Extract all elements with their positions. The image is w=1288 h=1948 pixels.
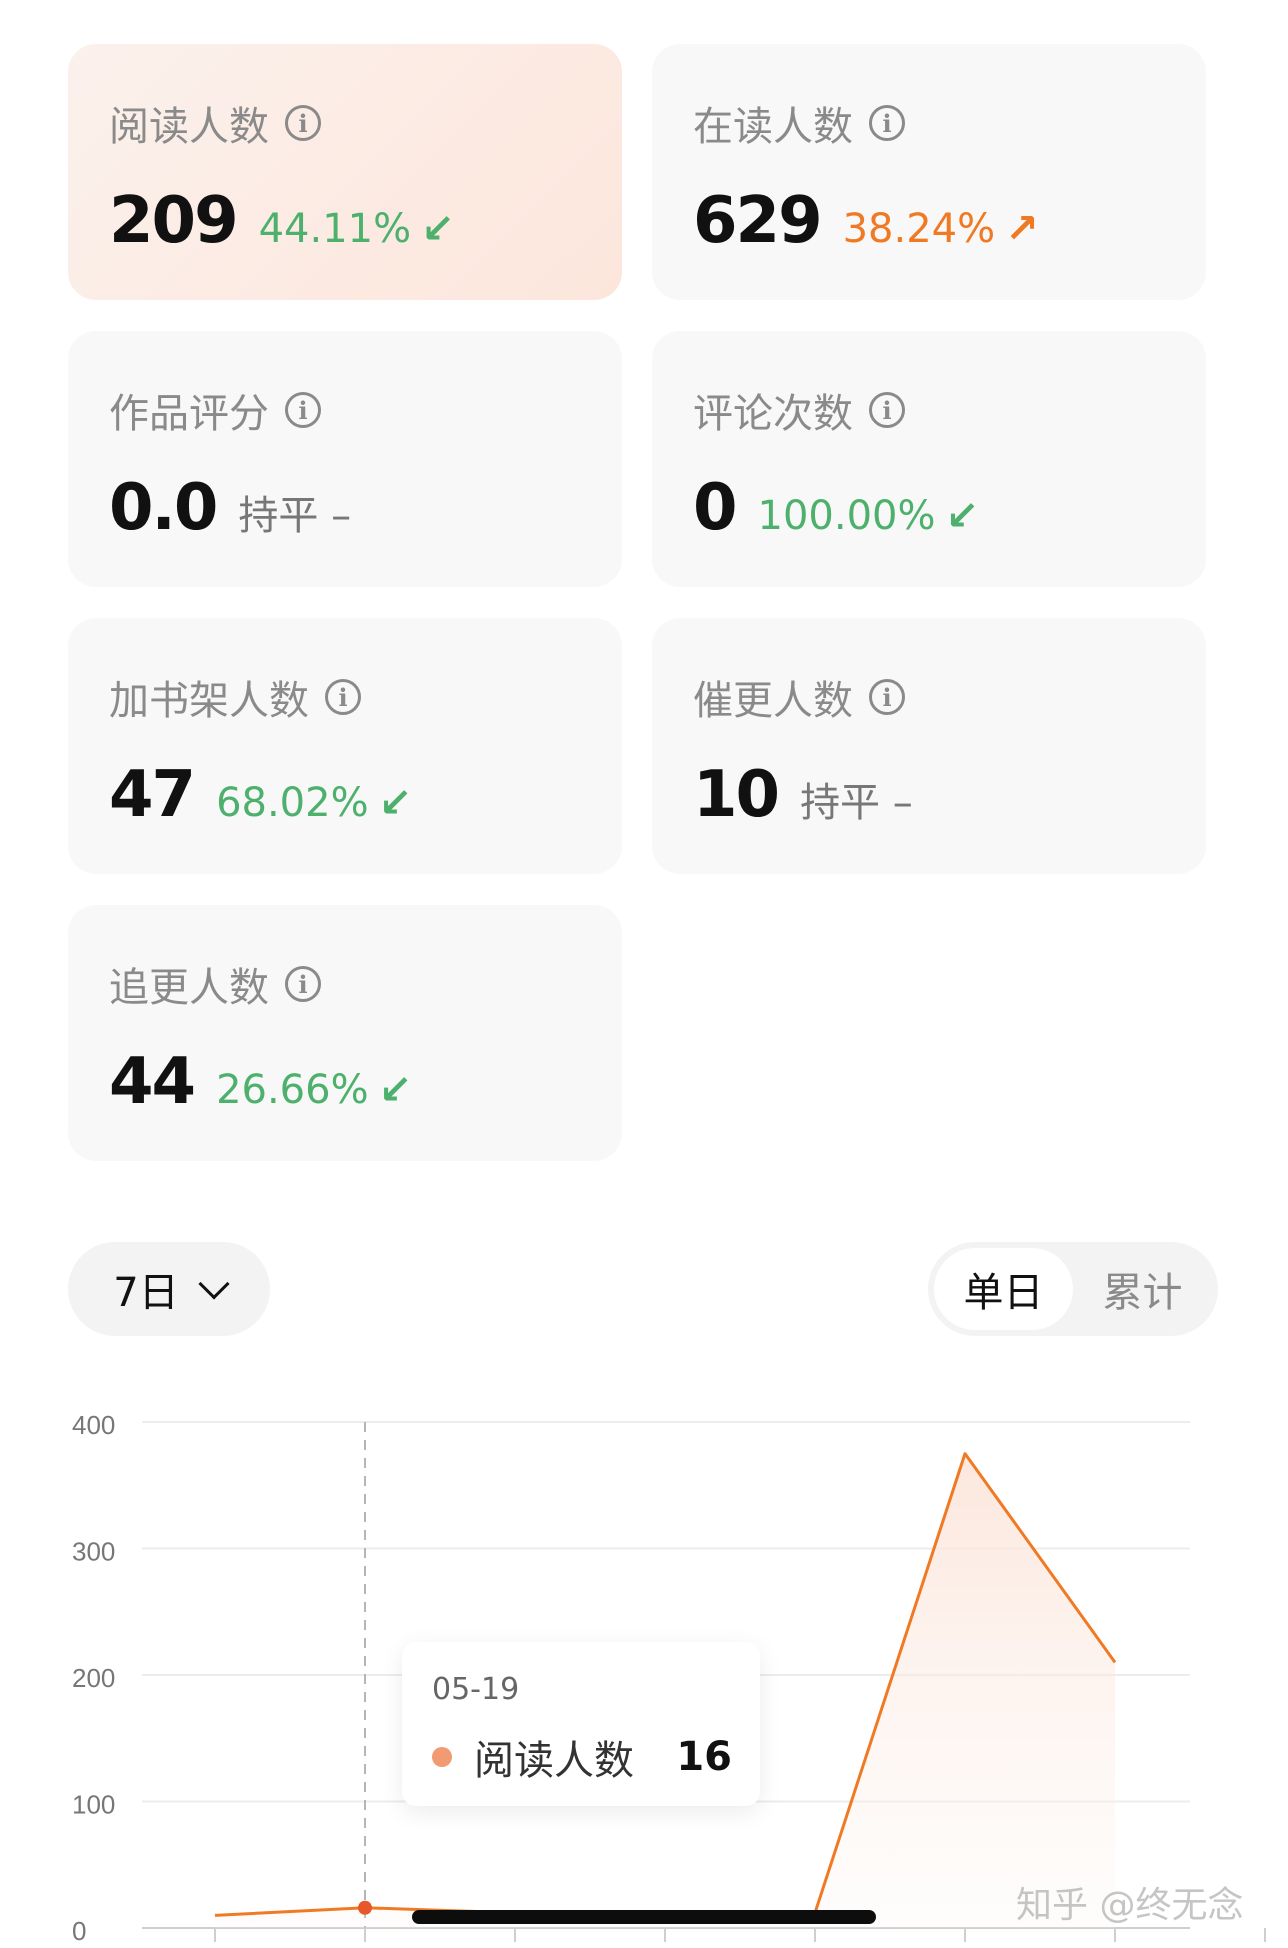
info-icon[interactable]: i	[869, 105, 905, 141]
highlight-point	[358, 1900, 372, 1915]
stat-value: 629	[693, 184, 823, 258]
stat-card-reads[interactable]: 阅读人数 i 209 44.11% ↙	[68, 44, 622, 300]
stat-change: 26.66% ↙	[216, 1067, 413, 1113]
stat-card-bookshelf[interactable]: 加书架人数 i 47 68.02% ↙	[68, 618, 622, 874]
arrow-down-icon: ↙	[421, 206, 455, 252]
stat-card-comments[interactable]: 评论次数 i 0 100.00% ↙	[652, 331, 1206, 587]
stat-change: 持平 –	[238, 493, 352, 539]
mode-toggle[interactable]: 单日 累计	[928, 1242, 1218, 1336]
stat-value: 209	[109, 184, 239, 258]
stat-value: 44	[109, 1045, 196, 1119]
info-icon[interactable]: i	[285, 392, 321, 428]
arrow-down-icon: ↙	[378, 1067, 413, 1113]
info-icon[interactable]: i	[285, 966, 321, 1002]
y-tick-label: 200	[72, 1663, 115, 1693]
info-icon[interactable]: i	[869, 679, 905, 715]
y-tick-label: 400	[72, 1410, 115, 1440]
info-icon[interactable]: i	[285, 105, 321, 141]
period-label: 7日	[113, 1270, 179, 1316]
arrow-down-icon: ↙	[378, 780, 413, 826]
chart-tooltip: 05-19 阅读人数 16	[402, 1642, 760, 1806]
series-dot-icon	[432, 1747, 452, 1767]
stat-card-reading[interactable]: 在读人数 i 629 38.24% ↗	[652, 44, 1206, 300]
toggle-cumulative[interactable]: 累计	[1073, 1248, 1212, 1330]
stat-change: 44.11% ↙	[258, 206, 455, 252]
stat-card-rating[interactable]: 作品评分 i 0.0 持平 –	[68, 331, 622, 587]
info-icon[interactable]: i	[869, 392, 905, 428]
stat-change: 68.02% ↙	[216, 780, 413, 826]
stat-change: 100.00% ↙	[757, 493, 980, 539]
stat-label: 加书架人数	[109, 678, 309, 724]
stat-label: 追更人数	[109, 965, 269, 1011]
stat-value: 0.0	[109, 471, 218, 545]
stat-value: 10	[693, 758, 780, 832]
arrow-up-icon: ↗	[1005, 206, 1039, 252]
stat-label: 评论次数	[693, 391, 853, 437]
chevron-down-icon	[198, 1268, 230, 1300]
period-dropdown[interactable]: 7日	[68, 1242, 270, 1336]
toggle-daily[interactable]: 单日	[934, 1248, 1073, 1330]
tooltip-date: 05-19	[432, 1672, 520, 1707]
tooltip-series: 阅读人数	[474, 1738, 634, 1784]
y-tick-label: 0	[72, 1916, 86, 1946]
y-tick-label: 300	[72, 1537, 115, 1567]
stat-change: 38.24% ↗	[842, 206, 1039, 252]
stat-label: 作品评分	[109, 391, 269, 437]
info-icon[interactable]: i	[325, 679, 361, 715]
stat-value: 47	[109, 758, 196, 832]
stat-label: 催更人数	[693, 678, 853, 724]
watermark: 知乎 @终无念	[1016, 1885, 1244, 1926]
stat-change: 持平 –	[800, 780, 913, 826]
stat-label: 阅读人数	[109, 104, 269, 150]
home-indicator[interactable]	[412, 1910, 876, 1924]
y-tick-label: 100	[72, 1790, 115, 1820]
tooltip-value: 16	[676, 1734, 732, 1780]
stat-card-follow-update[interactable]: 追更人数 i 44 26.66% ↙	[68, 905, 622, 1161]
stat-value: 0	[693, 471, 738, 545]
stat-label: 在读人数	[693, 104, 853, 150]
arrow-down-icon: ↙	[945, 493, 980, 539]
stat-card-urge-update[interactable]: 催更人数 i 10 持平 –	[652, 618, 1206, 874]
